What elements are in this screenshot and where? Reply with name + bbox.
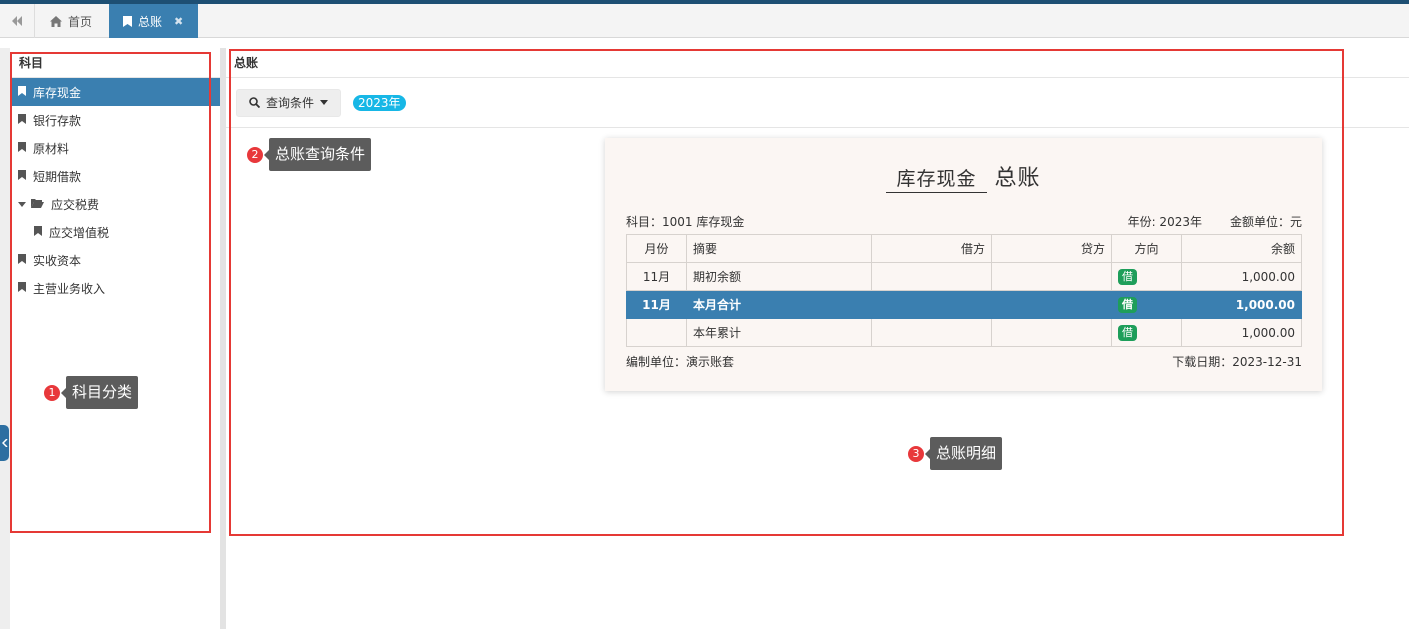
- annotation-label: 总账明细: [924, 437, 1003, 470]
- annotation-number: 3: [907, 444, 925, 463]
- bookmark-icon: [123, 15, 132, 27]
- collapse-sidebar-button[interactable]: [0, 425, 9, 461]
- tab-label: 总账: [138, 14, 163, 29]
- double-chevron-left-icon: [12, 16, 22, 26]
- chevron-left-icon: [1, 439, 8, 447]
- close-icon[interactable]: ✖: [174, 15, 183, 28]
- tab-home[interactable]: 首页: [36, 4, 109, 38]
- annotation-number: 2: [246, 145, 264, 164]
- annotation-3: 3 总账明细: [907, 437, 1003, 470]
- tab-scroll-back-button[interactable]: [0, 4, 35, 38]
- annotation-label: 科目分类: [60, 376, 139, 409]
- home-icon: [50, 15, 62, 27]
- tab-general-ledger[interactable]: 总账 ✖: [109, 4, 198, 38]
- annotation-1: 1 科目分类: [43, 376, 139, 409]
- annotation-number: 1: [43, 383, 61, 402]
- left-gutter: [0, 48, 10, 629]
- annotation-label: 总账查询条件: [263, 138, 372, 171]
- highlight-box-ledger: [229, 49, 1344, 536]
- tab-bar: 首页 总账 ✖: [0, 4, 1409, 38]
- annotation-2: 2 总账查询条件: [246, 138, 372, 171]
- tab-label: 首页: [68, 14, 93, 29]
- highlight-box-subject-category: [10, 52, 211, 533]
